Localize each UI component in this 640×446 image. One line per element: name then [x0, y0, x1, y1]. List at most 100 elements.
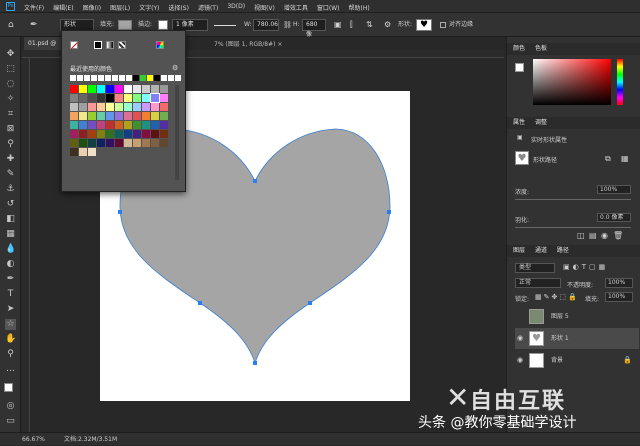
color-swatch[interactable] — [160, 94, 168, 102]
layer-opacity-input[interactable]: 100% — [605, 278, 633, 288]
color-swatch[interactable] — [124, 85, 132, 93]
menu-image[interactable]: 图像(I) — [83, 3, 101, 12]
color-swatch[interactable] — [151, 112, 159, 120]
anchor-point[interactable] — [253, 179, 257, 183]
color-swatch[interactable] — [133, 139, 141, 147]
color-swatch[interactable] — [106, 85, 114, 93]
recent-color-swatch[interactable] — [77, 75, 83, 81]
history-brush-icon[interactable]: ↺ — [5, 199, 16, 210]
recent-color-swatch[interactable] — [175, 75, 181, 81]
color-swatch[interactable] — [106, 121, 114, 129]
tab-properties[interactable]: 属性 — [513, 119, 525, 126]
color-swatch[interactable] — [106, 139, 114, 147]
color-swatch[interactable] — [142, 112, 150, 120]
anchor-point[interactable] — [253, 361, 257, 365]
color-swatch[interactable] — [70, 148, 78, 156]
eye-icon[interactable]: ◉ — [517, 350, 523, 371]
healing-brush-icon[interactable]: ✚ — [5, 154, 16, 165]
color-swatch[interactable] — [88, 148, 96, 156]
blend-mode-select[interactable]: 正常 — [515, 278, 561, 288]
recent-color-swatch[interactable] — [91, 75, 97, 81]
solid-color-icon[interactable] — [94, 41, 102, 49]
color-swatch[interactable] — [79, 139, 87, 147]
type-tool-icon[interactable]: T — [5, 289, 16, 300]
color-swatch[interactable] — [142, 139, 150, 147]
color-swatch[interactable] — [106, 130, 114, 138]
color-swatch[interactable] — [115, 94, 123, 102]
color-swatch[interactable] — [160, 112, 168, 120]
home-icon[interactable]: ⌂ — [8, 19, 14, 31]
color-swatch[interactable] — [133, 130, 141, 138]
color-swatch[interactable] — [142, 121, 150, 129]
custom-shape-tool-icon[interactable]: ☆ — [5, 319, 16, 330]
layer-row-selected[interactable]: ◉ ♥ 形状 1 — [515, 328, 639, 349]
color-swatch[interactable] — [133, 121, 141, 129]
color-swatch[interactable] — [88, 85, 96, 93]
color-swatch[interactable] — [97, 121, 105, 129]
color-swatch[interactable] — [124, 139, 132, 147]
pattern-icon[interactable] — [118, 41, 126, 49]
layer-filter-icons[interactable]: ▣◐T▢▦ — [563, 263, 608, 271]
eraser-tool-icon[interactable]: ◧ — [5, 214, 16, 225]
lock-icons[interactable]: ▦✎✥⬚🔒 — [535, 293, 579, 301]
fill-swatch[interactable] — [118, 20, 132, 30]
eye-icon[interactable]: ◉ — [517, 328, 523, 349]
stroke-swatch[interactable] — [158, 20, 168, 30]
color-swatch[interactable] — [106, 94, 114, 102]
color-swatch[interactable] — [88, 103, 96, 111]
menu-type[interactable]: 文字(Y) — [139, 3, 159, 12]
align-edges-checkbox[interactable] — [440, 22, 446, 28]
recent-color-swatch[interactable] — [147, 75, 153, 81]
color-field[interactable] — [533, 59, 611, 105]
color-swatch[interactable] — [151, 130, 159, 138]
anchor-point[interactable] — [387, 210, 391, 214]
color-swatch[interactable] — [151, 121, 159, 129]
color-swatch[interactable] — [160, 85, 168, 93]
color-swatch[interactable] — [142, 130, 150, 138]
color-swatch[interactable] — [160, 139, 168, 147]
pen-tool-icon[interactable]: ✒ — [5, 274, 16, 285]
more-tools-icon[interactable]: … — [5, 364, 16, 375]
width-input[interactable]: 780.06 — [253, 19, 279, 31]
color-swatch[interactable] — [70, 85, 78, 93]
density-slider[interactable] — [515, 199, 631, 200]
color-swatch[interactable] — [79, 121, 87, 129]
color-swatch[interactable] — [79, 148, 87, 156]
color-swatch[interactable] — [97, 94, 105, 102]
eye-icon[interactable]: ◉ — [601, 231, 608, 240]
color-swatch[interactable] — [70, 130, 78, 138]
color-swatch[interactable] — [88, 121, 96, 129]
color-swatch[interactable] — [133, 94, 141, 102]
recent-color-swatch[interactable] — [105, 75, 111, 81]
color-swatch[interactable] — [133, 85, 141, 93]
pen-tool-icon[interactable]: ✒ — [30, 19, 38, 31]
stroke-type-line[interactable] — [214, 25, 236, 26]
gear-icon[interactable]: ⚙ — [384, 19, 391, 31]
trash-icon[interactable]: 🗑 — [613, 231, 623, 240]
anchor-point[interactable] — [118, 210, 122, 214]
magic-wand-icon[interactable]: ✧ — [5, 94, 16, 105]
quick-mask-icon[interactable]: ◎ — [5, 401, 16, 412]
color-swatch[interactable] — [70, 121, 78, 129]
invert-icon[interactable]: ▤ — [589, 231, 597, 240]
crop-tool-icon[interactable]: ⌗ — [5, 109, 16, 120]
hue-slider[interactable] — [617, 59, 623, 105]
recent-color-swatch[interactable] — [98, 75, 104, 81]
path-arrange-icon[interactable]: ⇅ — [366, 19, 373, 31]
height-input[interactable]: 680 像 — [302, 19, 326, 38]
path-select-icon[interactable]: ➤ — [5, 304, 16, 315]
color-swatch[interactable] — [142, 94, 150, 102]
color-swatch[interactable] — [115, 112, 123, 120]
select-mask-icon[interactable]: ◫ — [577, 231, 585, 240]
color-swatch[interactable] — [79, 94, 87, 102]
link-icon[interactable]: ⛓ — [283, 19, 292, 31]
color-swatch[interactable] — [142, 85, 150, 93]
heart-shape-picker-icon[interactable]: ♥ — [416, 19, 432, 31]
feather-input[interactable]: 0.0 像素 — [597, 213, 631, 222]
color-swatch[interactable] — [115, 139, 123, 147]
color-swatch[interactable] — [70, 139, 78, 147]
vector-mask-icon[interactable]: ▦ — [621, 154, 629, 163]
menu-plugins[interactable]: 增效工具 — [284, 3, 308, 12]
path-ops-icon[interactable]: ▣ — [334, 19, 342, 31]
menu-3d[interactable]: 3D(D) — [227, 3, 245, 12]
